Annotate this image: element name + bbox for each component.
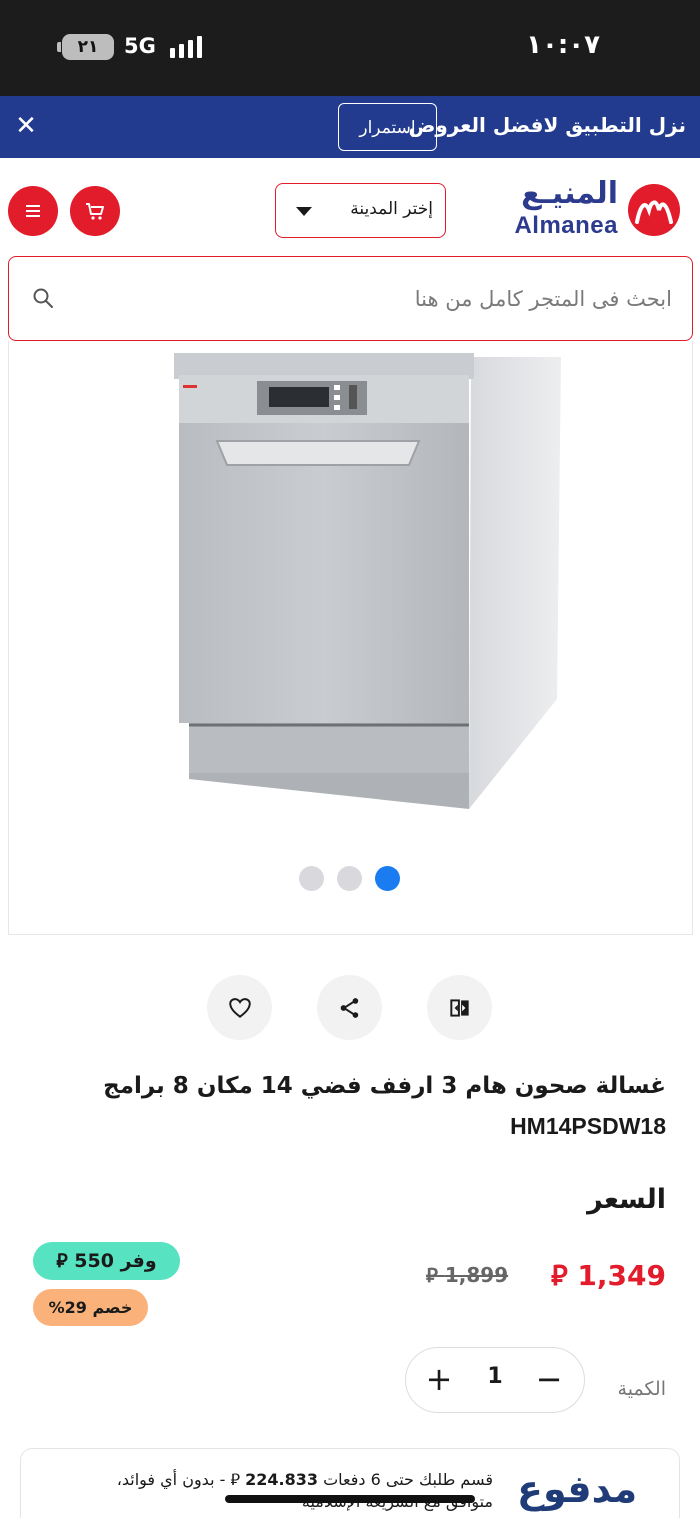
save-badge-text: وفر 550 xyxy=(74,1250,157,1272)
product-sku: HM14PSDW18 xyxy=(510,1113,666,1139)
current-price-value: 1,349 xyxy=(577,1259,666,1292)
gallery-dot-2[interactable] xyxy=(337,866,362,891)
status-bar: ٢١ 5G ١٠:٠٧ xyxy=(0,0,700,96)
compare-icon xyxy=(450,999,469,1017)
quantity-decrease-button[interactable]: − xyxy=(532,1362,566,1396)
city-select-label: إختر المدينة xyxy=(350,199,433,219)
installments-line1-prefix: قسم طلبك حتى 6 دفعات xyxy=(323,1470,493,1489)
almanea-logo[interactable]: المنيـع Almanea xyxy=(500,176,680,242)
quantity-value[interactable]: 1 xyxy=(482,1364,508,1389)
search-bar[interactable] xyxy=(8,256,693,341)
cart-button[interactable] xyxy=(70,186,120,236)
network-label: 5G xyxy=(124,34,156,58)
gallery-dot-1[interactable] xyxy=(375,866,400,891)
installments-provider-name: مدفوع xyxy=(517,1467,638,1511)
heart-icon xyxy=(229,998,251,1018)
wishlist-button[interactable] xyxy=(207,975,272,1040)
city-select[interactable]: إختر المدينة xyxy=(275,183,446,238)
product-gallery[interactable] xyxy=(8,341,693,935)
installments-text: قسم طلبك حتى 6 دفعات 224.833 ⃁ - بدون أي… xyxy=(33,1469,493,1513)
quantity-increase-button[interactable]: + xyxy=(422,1362,456,1396)
status-time: ١٠:٠٧ xyxy=(526,30,600,60)
promo-text: نزل التطبيق لافضل العروض xyxy=(408,113,686,137)
current-price: 1,349 ⃁ xyxy=(551,1256,666,1293)
installments-amount: 224.833 xyxy=(245,1470,318,1489)
price-label: السعر xyxy=(587,1184,666,1215)
close-icon[interactable]: ✕ xyxy=(12,112,40,140)
site-header: إختر المدينة المنيـع Almanea xyxy=(0,158,700,258)
quantity-stepper: − 1 + xyxy=(405,1347,585,1413)
cart-icon xyxy=(86,203,104,220)
save-badge: وفر 550 ⃁ xyxy=(33,1242,180,1280)
logo-text-english: Almanea xyxy=(514,212,618,239)
logo-mark xyxy=(628,184,680,236)
search-input[interactable] xyxy=(72,281,672,317)
home-indicator xyxy=(225,1495,475,1503)
installments-provider-logo: مدفوع xyxy=(517,1467,663,1518)
app-promo-banner: ✕ إستمرار نزل التطبيق لافضل العروض xyxy=(0,96,700,158)
battery-indicator: ٢١ xyxy=(57,34,114,60)
discount-badge: خصم 29% xyxy=(33,1289,148,1326)
logo-text-arabic: المنيـع xyxy=(521,176,618,211)
share-button[interactable] xyxy=(317,975,382,1040)
riyal-icon: ⃁ xyxy=(230,1470,240,1489)
product-image[interactable] xyxy=(169,349,569,829)
old-price: 1,899 ⃁ xyxy=(426,1262,508,1288)
search-icon xyxy=(33,288,53,308)
compare-button[interactable] xyxy=(427,975,492,1040)
gallery-dot-3[interactable] xyxy=(299,866,324,891)
quantity-label: الكمية xyxy=(617,1378,666,1400)
riyal-icon: ⃁ xyxy=(551,1259,568,1292)
old-price-value: 1,899 xyxy=(444,1263,509,1287)
share-icon xyxy=(340,998,359,1018)
menu-button[interactable] xyxy=(8,186,58,236)
installments-line1-suffix: - بدون أي فوائد، xyxy=(116,1470,226,1489)
product-title: غسالة صحون هام 3 ارفف فضي 14 مكان 8 برام… xyxy=(103,1073,666,1099)
gallery-pagination xyxy=(299,865,409,893)
riyal-icon: ⃁ xyxy=(426,1263,438,1287)
installments-card[interactable]: مدفوع قسم طلبك حتى 6 دفعات 224.833 ⃁ - ب… xyxy=(20,1448,680,1518)
riyal-icon: ⃁ xyxy=(56,1250,68,1272)
menu-icon xyxy=(26,205,40,217)
caret-down-icon xyxy=(296,207,312,216)
signal-icon xyxy=(170,36,206,58)
